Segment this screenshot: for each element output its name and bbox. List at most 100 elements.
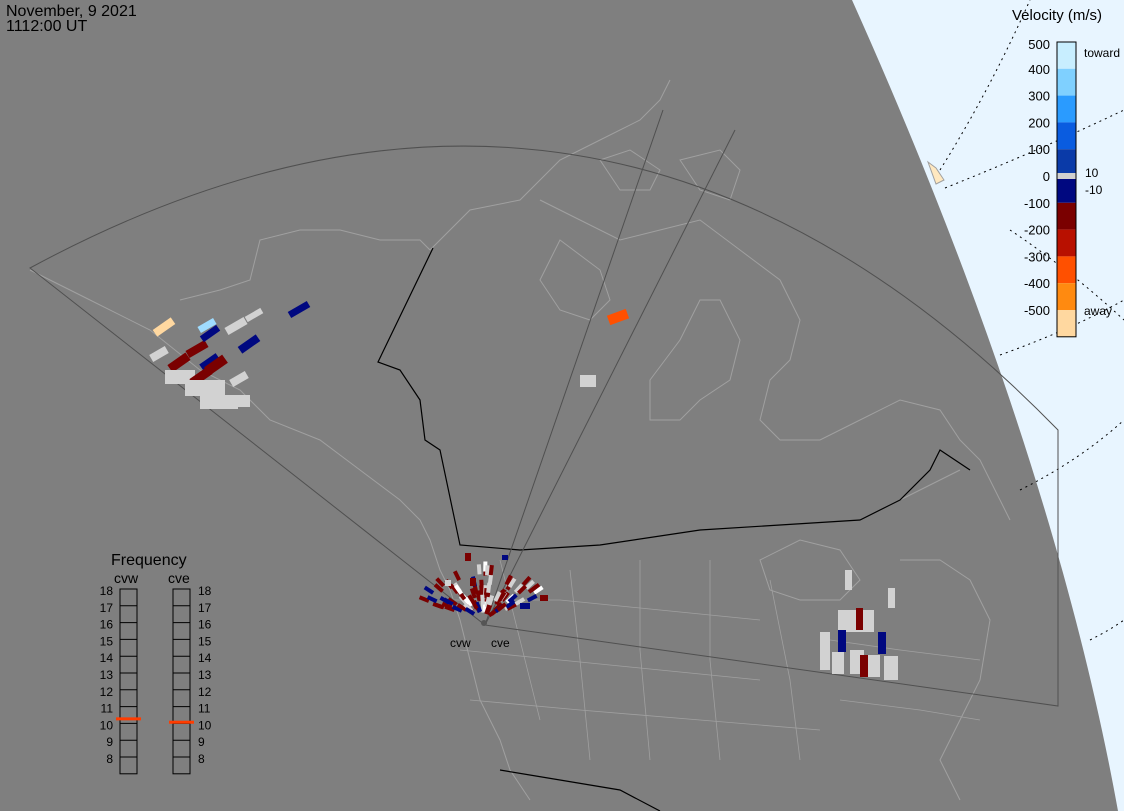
frequency-tick-label: 15 bbox=[100, 634, 114, 648]
frequency-tick-label: 11 bbox=[101, 702, 114, 716]
velocity-cell bbox=[167, 352, 191, 373]
frequency-tick-label: 17 bbox=[198, 601, 212, 615]
velocity-cell bbox=[860, 655, 868, 677]
radar-label-cvw: cvw bbox=[450, 636, 471, 650]
velocity-cell bbox=[453, 570, 462, 582]
velocity-cell bbox=[884, 656, 898, 680]
frequency-tick-label: 9 bbox=[198, 735, 205, 749]
radar-label-cve: cve bbox=[491, 636, 510, 650]
velocity-tick-label: -500 bbox=[1024, 303, 1050, 318]
frequency-tick-label: 8 bbox=[198, 752, 205, 766]
velocity-cell bbox=[526, 594, 538, 603]
velocity-tick-label: -400 bbox=[1024, 276, 1050, 291]
frequency-tick-label: 17 bbox=[100, 601, 114, 615]
radar-site-marker bbox=[481, 620, 487, 626]
radar-fov bbox=[29, 109, 1059, 707]
velocity-inner-pos-label: 10 bbox=[1085, 166, 1099, 180]
velocity-cell bbox=[185, 380, 225, 396]
limb-region bbox=[852, 0, 1124, 811]
international-borders bbox=[377, 247, 971, 811]
frequency-radar-cvw: cvw bbox=[114, 570, 139, 586]
frequency-tick-label: 10 bbox=[100, 718, 114, 732]
velocity-cell bbox=[888, 588, 895, 608]
velocity-tick-label: 100 bbox=[1028, 142, 1050, 157]
colorbar-segment bbox=[1057, 122, 1076, 150]
colorbar-segment bbox=[1057, 149, 1076, 176]
frequency-tick-label: 14 bbox=[100, 651, 114, 665]
frequency-tick-label: 10 bbox=[198, 718, 212, 732]
frequency-marker bbox=[169, 720, 194, 724]
colorbar-segment bbox=[1057, 68, 1076, 96]
velocity-away-label: away bbox=[1084, 304, 1112, 318]
colorbar-zero-band bbox=[1057, 173, 1076, 179]
frequency-column bbox=[119, 588, 138, 775]
velocity-tick-label: 0 bbox=[1043, 169, 1050, 184]
frequency-tick-label: 15 bbox=[198, 634, 212, 648]
velocity-tick-label: 500 bbox=[1028, 37, 1050, 52]
velocity-cell bbox=[820, 632, 830, 670]
colorbar-segment bbox=[1057, 310, 1076, 337]
frequency-panel: 18 17 16 15 14 13 12 11 10 9 8 18 17 16 15 14 13 12 11 10 9 8 bbox=[100, 584, 212, 775]
velocity-cell bbox=[152, 317, 176, 337]
velocity-cell bbox=[878, 632, 886, 654]
velocity-cell bbox=[149, 346, 169, 362]
velocity-cell bbox=[520, 603, 530, 609]
coastlines bbox=[29, 79, 1011, 801]
colorbar-segment bbox=[1057, 256, 1076, 284]
velocity-colorbar bbox=[1056, 41, 1077, 338]
frequency-tick-label: 8 bbox=[106, 752, 113, 766]
velocity-cell bbox=[502, 555, 508, 560]
frequency-tick-label: 13 bbox=[198, 668, 212, 682]
velocity-cell bbox=[465, 553, 471, 561]
frequency-tick-label: 16 bbox=[100, 618, 114, 632]
frequency-tick-label: 16 bbox=[198, 618, 212, 632]
velocity-cells bbox=[149, 300, 898, 680]
velocity-cell bbox=[540, 595, 548, 601]
frequency-tick-label: 13 bbox=[100, 668, 114, 682]
colorbar-segment bbox=[1057, 283, 1076, 310]
velocity-cell bbox=[868, 655, 880, 677]
frequency-title: Frequency bbox=[111, 552, 187, 569]
velocity-cell bbox=[580, 375, 596, 387]
velocity-cell bbox=[832, 652, 844, 674]
frequency-tick-label: 9 bbox=[106, 735, 113, 749]
colorbar-segment bbox=[1057, 176, 1076, 203]
velocity-inner-neg-label: -10 bbox=[1085, 183, 1103, 197]
velocity-cell bbox=[445, 580, 451, 586]
velocity-cell bbox=[229, 371, 249, 387]
frequency-tick-label: 14 bbox=[198, 651, 212, 665]
map-canvas: cvw cve November, 9 2021 1112:00 UT Velo… bbox=[6, 0, 1124, 811]
velocity-cell bbox=[480, 594, 485, 605]
colorbar-segment bbox=[1057, 42, 1076, 69]
velocity-cell bbox=[486, 582, 492, 594]
colorbar-segment bbox=[1057, 202, 1076, 230]
frequency-tick-label: 18 bbox=[198, 584, 212, 598]
velocity-cell bbox=[838, 630, 846, 652]
velocity-cell bbox=[606, 308, 630, 326]
frequency-marker bbox=[116, 717, 141, 721]
velocity-cell bbox=[476, 564, 482, 575]
velocity-cell bbox=[220, 395, 250, 407]
velocity-cell bbox=[224, 317, 248, 335]
velocity-tick-label: -300 bbox=[1024, 249, 1050, 264]
velocity-cell bbox=[287, 300, 311, 319]
velocity-scale-title: Velocity (m/s) bbox=[1012, 7, 1102, 24]
frequency-column bbox=[172, 588, 191, 775]
velocity-cell bbox=[470, 578, 476, 586]
velocity-toward-label: toward bbox=[1084, 46, 1120, 60]
velocity-cell bbox=[237, 334, 261, 354]
frequency-tick-label: 12 bbox=[100, 685, 114, 699]
colorbar-segment bbox=[1057, 95, 1076, 123]
velocity-tick-label: -100 bbox=[1024, 196, 1050, 211]
frequency-radar-cve: cve bbox=[168, 570, 190, 586]
time-label: 1112:00 UT bbox=[6, 18, 87, 35]
velocity-cell bbox=[423, 585, 435, 595]
velocity-tick-label: 400 bbox=[1028, 62, 1050, 77]
frequency-tick-label: 11 bbox=[198, 702, 211, 716]
velocity-cell bbox=[244, 307, 264, 323]
colorbar-segment bbox=[1057, 229, 1076, 257]
frequency-tick-label: 12 bbox=[198, 685, 212, 699]
velocity-cell bbox=[856, 608, 863, 630]
velocity-cell bbox=[432, 602, 444, 610]
velocity-cell bbox=[185, 340, 209, 358]
